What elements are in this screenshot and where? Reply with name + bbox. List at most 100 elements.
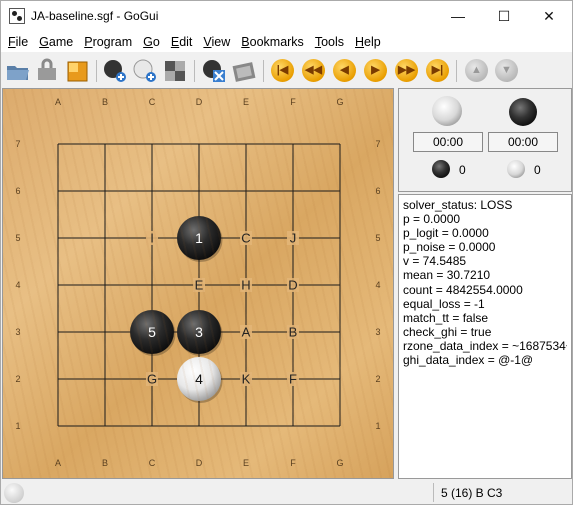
- move-number-label: 5: [148, 324, 156, 340]
- point-label-mark: F: [289, 372, 297, 387]
- analysis-text-panel[interactable]: solver_status: LOSS p = 0.0000 p_logit =…: [398, 194, 572, 479]
- point-label-mark: C: [241, 231, 250, 246]
- minimize-button[interactable]: —: [435, 1, 481, 32]
- point-label-mark: K: [242, 372, 251, 387]
- analysis-line: solver_status: LOSS: [403, 198, 513, 212]
- forward-icon[interactable]: ▶: [364, 59, 387, 82]
- column-label: B: [102, 458, 108, 468]
- row-label: 2: [375, 374, 380, 384]
- new-game-icon[interactable]: [64, 58, 90, 84]
- row-label: 3: [375, 327, 380, 337]
- go-board[interactable]: A A B B C C D D E E F F G G 7 7 6 6 5 5 4 4 3 3 2 2 1 1 I C J E H D A B G K F 1…: [2, 88, 394, 479]
- row-label: 4: [375, 280, 380, 290]
- column-label: F: [290, 458, 296, 468]
- analysis-line: p_noise = 0.0000: [403, 240, 496, 255]
- point-label-mark: B: [289, 325, 298, 340]
- point-label-mark: D: [288, 278, 297, 293]
- point-label-mark: H: [241, 278, 250, 293]
- gogui-app-icon: [9, 8, 25, 24]
- menu-file[interactable]: File: [8, 32, 33, 52]
- black-captures-stone-icon: [432, 160, 450, 178]
- move-number-label: 4: [195, 371, 203, 387]
- row-label: 1: [375, 421, 380, 431]
- menu-edit[interactable]: Edit: [171, 32, 198, 52]
- column-label: A: [55, 458, 61, 468]
- menu-program[interactable]: Program: [84, 32, 137, 52]
- point-label-mark: G: [147, 372, 157, 387]
- black-clock: 00:00: [488, 132, 558, 152]
- toolbar-separator: [96, 60, 97, 82]
- analysis-line: v = 74.5485: [403, 254, 467, 269]
- move-number-label: 1: [195, 230, 203, 246]
- to-move-stone-icon: [4, 483, 24, 503]
- row-label: 7: [15, 139, 20, 149]
- setup-board-icon[interactable]: [162, 58, 188, 84]
- row-label: 4: [15, 280, 20, 290]
- column-label: D: [196, 458, 203, 468]
- play-black-icon[interactable]: [102, 58, 128, 84]
- row-label: 7: [375, 139, 380, 149]
- column-label: C: [149, 97, 156, 107]
- column-label: D: [196, 97, 203, 107]
- gogui-window: JA-baseline.sgf - GoGui — ☐ ✕ File Game …: [0, 0, 573, 505]
- column-label: A: [55, 97, 61, 107]
- forward-ten-icon[interactable]: ▶▶: [395, 59, 418, 82]
- move-info: 5 (16) B C3: [441, 486, 503, 500]
- menu-tools[interactable]: Tools: [315, 32, 349, 52]
- toolbar-separator: [263, 60, 264, 82]
- analysis-line: ghi_data_index = @-1@: [403, 353, 534, 368]
- column-label: C: [149, 458, 156, 468]
- title-bar: JA-baseline.sgf - GoGui — ☐ ✕: [1, 1, 572, 32]
- status-bar: 5 (16) B C3: [1, 481, 572, 504]
- point-label-mark: J: [290, 231, 297, 246]
- menu-go[interactable]: Go: [143, 32, 165, 52]
- analysis-line: match_tt = false: [403, 310, 489, 325]
- right-panel: 00:00 00:00 0 0 solver_status: LOSS p = …: [398, 88, 572, 479]
- score-icon[interactable]: [231, 58, 257, 84]
- open-file-icon[interactable]: [5, 58, 31, 84]
- window-title: JA-baseline.sgf - GoGui: [31, 9, 159, 23]
- status-divider: [433, 483, 434, 502]
- next-variation-icon: ▼: [495, 59, 518, 82]
- toolbar: |◀ ◀◀ ◀ ▶ ▶▶ ▶| ▲ ▼: [1, 54, 572, 86]
- back-ten-icon[interactable]: ◀◀: [302, 59, 325, 82]
- menu-bookmarks[interactable]: Bookmarks: [241, 32, 309, 52]
- analysis-line: p_logit = 0.0000: [403, 226, 489, 241]
- column-label: G: [336, 458, 343, 468]
- point-label-mark: I: [150, 231, 154, 246]
- end-icon[interactable]: ▶|: [426, 59, 449, 82]
- menu-view[interactable]: View: [203, 32, 235, 52]
- column-label: F: [290, 97, 296, 107]
- analysis-line: equal_loss = -1: [403, 296, 485, 311]
- beginning-icon[interactable]: |◀: [271, 59, 294, 82]
- black-captures: 0: [459, 163, 466, 177]
- toolbar-separator: [194, 60, 195, 82]
- save-file-icon[interactable]: [34, 58, 60, 84]
- menu-help[interactable]: Help: [355, 32, 386, 52]
- row-label: 6: [15, 186, 20, 196]
- analysis-line: p = 0.0000: [403, 212, 461, 227]
- analysis-line: rzone_data_index = ~1687534~: [403, 338, 567, 353]
- column-label: E: [243, 97, 249, 107]
- white-captures-stone-icon: [507, 160, 525, 178]
- white-player-stone-icon: [432, 96, 462, 126]
- black-player-stone-icon: [509, 98, 537, 126]
- row-label: 5: [15, 233, 20, 243]
- analysis-line: check_ghi = true: [403, 324, 492, 339]
- row-label: 3: [15, 327, 20, 337]
- white-captures: 0: [534, 163, 541, 177]
- back-icon[interactable]: ◀: [333, 59, 356, 82]
- row-label: 2: [15, 374, 20, 384]
- row-label: 5: [375, 233, 380, 243]
- board-canvas[interactable]: A A B B C C D D E E F F G G 7 7 6 6 5 5 4 4 3 3 2 2 1 1 I C J E H D A B G K F 1…: [3, 89, 395, 480]
- previous-variation-icon: ▲: [465, 59, 488, 82]
- row-label: 1: [15, 421, 20, 431]
- interrupt-icon[interactable]: [201, 58, 227, 84]
- maximize-button[interactable]: ☐: [481, 1, 527, 32]
- clock-panel: 00:00 00:00 0 0: [398, 88, 572, 192]
- play-white-icon[interactable]: [132, 58, 158, 84]
- analysis-line: mean = 30.7210: [403, 268, 491, 283]
- close-button[interactable]: ✕: [526, 1, 572, 32]
- column-label: B: [102, 97, 108, 107]
- menu-game[interactable]: Game: [39, 32, 78, 52]
